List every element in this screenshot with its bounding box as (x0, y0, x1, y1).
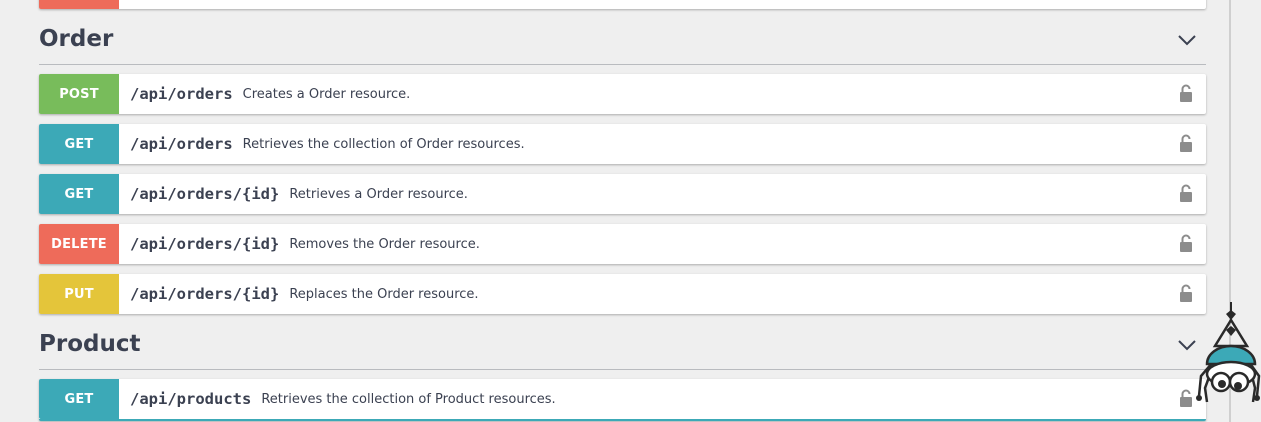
spider-mascot (1196, 302, 1261, 403)
operation-delete-order[interactable]: DELETE /api/orders/{id} Removes the Orde… (39, 224, 1206, 264)
operation-summary: Retrieves the collection of Product reso… (261, 391, 556, 407)
operation-get-orders[interactable]: GET /api/orders Retrieves the collection… (39, 124, 1206, 164)
tag-title: Order (39, 26, 114, 52)
operation-summary: Replaces the Order resource. (289, 286, 479, 302)
operation-post-orders[interactable]: POST /api/orders Creates a Order resourc… (39, 74, 1206, 114)
lock-icon[interactable] (1179, 284, 1193, 303)
lock-icon[interactable] (1179, 184, 1193, 203)
tag-order[interactable]: Order (39, 20, 1206, 65)
lock-icon[interactable] (1179, 234, 1193, 253)
operation-get-order-by-id[interactable]: GET /api/orders/{id} Retrieves a Order r… (39, 174, 1206, 214)
operation-path: /api/orders (130, 135, 233, 153)
operation-path: /api/orders/{id} (130, 235, 280, 253)
tag-title: Product (39, 331, 141, 357)
method-badge: POST (39, 74, 119, 114)
method-badge (39, 0, 119, 9)
previous-operation[interactable] (39, 0, 1206, 9)
operation-path: /api/orders (130, 85, 233, 103)
tag-product[interactable]: Product (39, 325, 1206, 370)
operation-put-order[interactable]: PUT /api/orders/{id} Replaces the Order … (39, 274, 1206, 314)
lock-icon[interactable] (1179, 134, 1193, 153)
lock-icon[interactable] (1179, 389, 1193, 408)
chevron-down-icon[interactable] (1177, 34, 1197, 46)
operation-path: /api/products (130, 390, 252, 408)
operation-summary: Retrieves the collection of Order resour… (242, 136, 525, 152)
operation-path: /api/orders/{id} (130, 285, 280, 303)
operation-path: /api/orders/{id} (130, 185, 280, 203)
method-badge: DELETE (39, 224, 119, 264)
operation-summary: Retrieves a Order resource. (289, 186, 468, 202)
operation-summary: Removes the Order resource. (289, 236, 480, 252)
operation-summary: Creates a Order resource. (242, 86, 411, 102)
operation-get-products[interactable]: GET /api/products Retrieves the collecti… (39, 379, 1206, 421)
method-badge: GET (39, 174, 119, 214)
method-badge: GET (39, 379, 119, 419)
method-badge: GET (39, 124, 119, 164)
method-badge: PUT (39, 274, 119, 314)
lock-icon[interactable] (1179, 84, 1193, 103)
